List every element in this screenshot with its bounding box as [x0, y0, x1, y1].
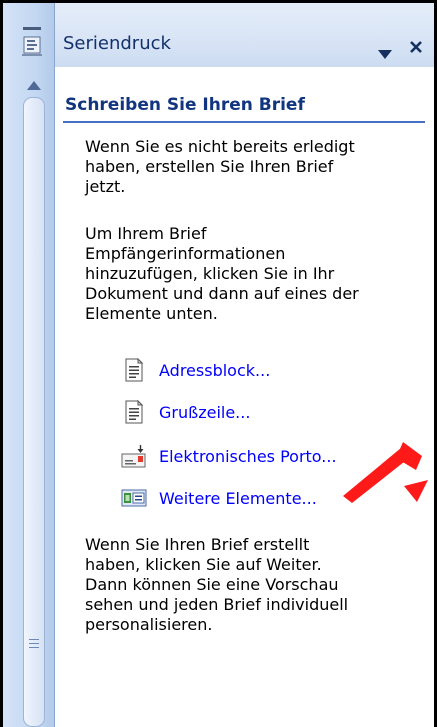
task-pane-title: Seriendruck	[63, 33, 171, 54]
scroll-up-arrow-icon	[27, 80, 41, 90]
more-items-link[interactable]: Weitere Elemente...	[121, 486, 317, 510]
instruction-text-2: Um Ihrem Brief Empfängerinformationen hi…	[85, 224, 359, 323]
scrollbar-grip-icon[interactable]	[29, 639, 39, 653]
electronic-postage-link[interactable]: Elektronisches Porto...	[121, 444, 337, 468]
link-label[interactable]: Grußzeile...	[159, 403, 250, 422]
pane-menu-dropdown-icon[interactable]	[378, 45, 392, 59]
fields-icon	[121, 486, 147, 510]
section-divider	[63, 121, 425, 123]
section-heading: Schreiben Sie Ihren Brief	[65, 95, 305, 115]
mail-merge-task-pane: Seriendruck Schreiben Sie Ihren Brief We…	[55, 3, 434, 727]
link-label[interactable]: Weitere Elemente...	[159, 489, 317, 508]
vertical-scrollbar[interactable]	[23, 97, 45, 727]
document-icon	[121, 399, 147, 424]
address-block-link[interactable]: Adressblock...	[121, 357, 270, 382]
document-edge-strip	[3, 3, 55, 727]
link-label[interactable]: Adressblock...	[159, 361, 270, 380]
document-icon	[121, 357, 147, 382]
scroll-up-button[interactable]	[23, 75, 45, 95]
close-icon[interactable]	[408, 39, 424, 55]
envelope-stamp-icon	[121, 444, 147, 468]
link-label[interactable]: Elektronisches Porto...	[159, 447, 337, 466]
greeting-line-link[interactable]: Grußzeile...	[121, 399, 250, 424]
task-pane-header: Seriendruck	[55, 3, 434, 67]
split-view-icon[interactable]	[21, 27, 43, 65]
instruction-text-1: Wenn Sie es nicht bereits erledigt haben…	[85, 137, 355, 196]
frame-border-left	[0, 0, 3, 727]
instruction-text-3: Wenn Sie Ihren Brief erstellt haben, kli…	[85, 535, 349, 634]
window-frame: Seriendruck Schreiben Sie Ihren Brief We…	[0, 0, 437, 727]
